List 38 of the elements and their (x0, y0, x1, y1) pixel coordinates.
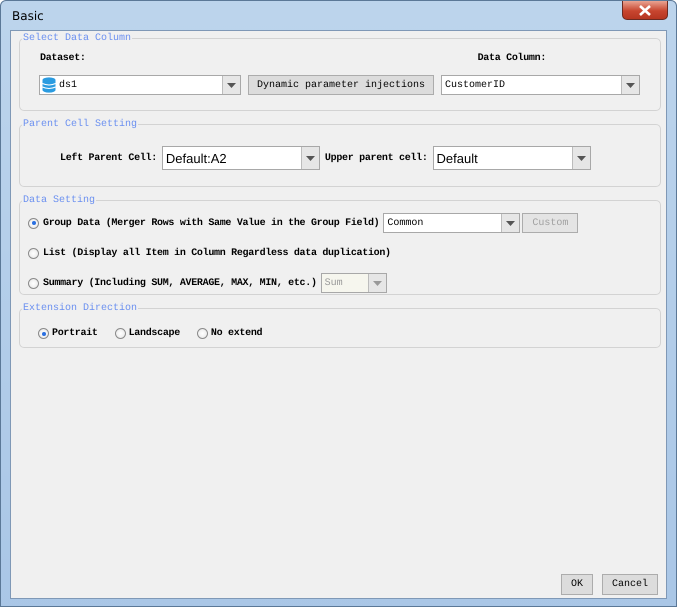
option-label: Portrait (52, 328, 98, 339)
caret-icon (576, 156, 586, 160)
group-legend: Select Data Column (22, 33, 132, 44)
option-label: Summary (Including SUM, AVERAGE, MAX, MIN, etc.) (43, 278, 317, 288)
field-label: Data Column: (478, 53, 546, 66)
caret-icon (626, 82, 635, 88)
field-label: Dataset: (40, 53, 86, 66)
group-type-dropdown[interactable]: Common (383, 213, 520, 233)
option-label: List (Display all Item in Column Regardless data duplication) (43, 248, 391, 258)
radio-button[interactable] (28, 278, 39, 288)
radio-button[interactable] (28, 218, 39, 228)
radio-button[interactable] (114, 328, 126, 339)
option-label: Group Data (Merger Rows with Same Value in the Group Field) (43, 218, 380, 228)
injection-button[interactable]: Dynamic parameter injections (248, 75, 434, 95)
radio-button[interactable] (28, 248, 39, 258)
group-legend: Data Setting (22, 195, 96, 206)
radio-button[interactable] (38, 328, 49, 339)
close-icon (638, 4, 652, 16)
group-legend: Parent Cell Setting (22, 119, 138, 130)
caret-icon (506, 220, 516, 226)
option-label: Landscape (128, 328, 180, 339)
window-title: Basic (11, 8, 44, 22)
caret-icon (372, 280, 382, 286)
dataset-dropdown[interactable]: ds1 (39, 75, 241, 95)
option-label: No extend (210, 328, 262, 339)
caret-icon (227, 82, 236, 88)
upper-parent-dropdown[interactable]: Default (432, 146, 591, 170)
group-legend: Extension Direction (22, 303, 138, 314)
database-icon (42, 77, 56, 93)
data-column-dropdown[interactable]: CustomerID (441, 75, 640, 95)
dialog-button[interactable]: OK (560, 574, 593, 595)
left-parent-dropdown[interactable]: Default:A2 (162, 146, 320, 170)
radio-button[interactable] (196, 328, 208, 339)
close-button[interactable] (622, 1, 668, 20)
field-label: Left Parent Cell: (60, 152, 157, 164)
dialog-button[interactable]: Cancel (602, 574, 658, 595)
caret-icon (306, 156, 315, 160)
field-label: Upper parent cell: (324, 152, 428, 164)
